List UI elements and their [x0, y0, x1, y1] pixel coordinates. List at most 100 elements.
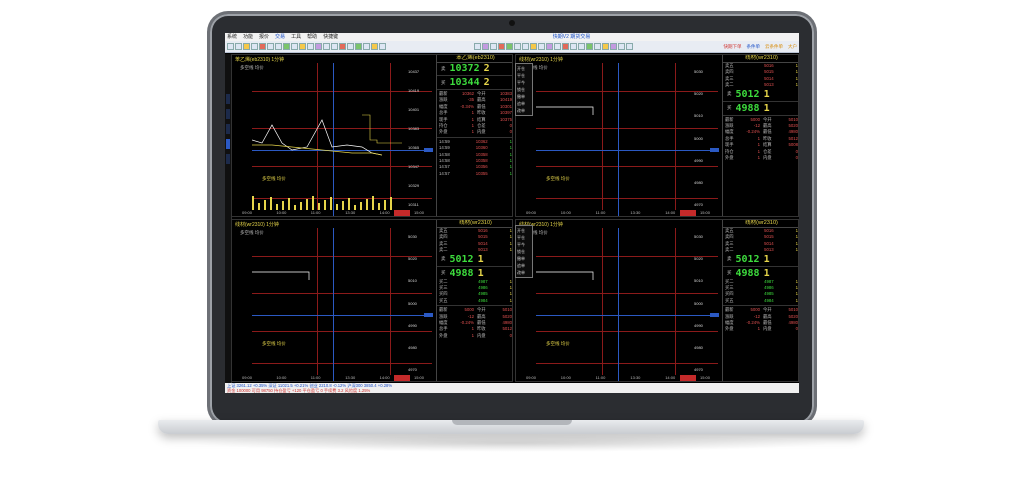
chart-panel-top-right[interactable]: 线材(wr2310) 1分钟 多空线 均价 5030 5020 5010 5000 4990… — [515, 54, 799, 217]
toolbar-text-button[interactable]: 快期下单 — [722, 44, 744, 50]
x-tick-label: 15:00 — [700, 375, 711, 380]
toolbar-button-icon[interactable] — [474, 43, 482, 50]
toolbar-button-icon[interactable] — [506, 43, 514, 50]
popup-menu-item[interactable]: 开仓 — [517, 227, 531, 234]
menu-item[interactable]: 系统 — [227, 33, 237, 41]
chart-panel-bottom-left[interactable]: 线材(wr2310) 1分钟 多空线 均价 5030 5020 5010 5000 4990… — [231, 219, 513, 382]
popup-menu-item[interactable]: 改单 — [517, 107, 531, 114]
toolbar-button-icon[interactable] — [283, 43, 290, 50]
popup-menu-item[interactable]: 开仓 — [517, 65, 531, 72]
popup-menu-item[interactable]: 撤单 — [517, 93, 531, 100]
popup-menu-item[interactable]: 锁仓 — [517, 248, 531, 255]
period-tab[interactable] — [680, 375, 696, 381]
popup-menu-item[interactable]: 平今 — [517, 241, 531, 248]
toolbar-text-button[interactable]: 云条件单 — [763, 44, 785, 50]
toolbar-text-button[interactable]: 条件单 — [745, 44, 763, 50]
toolbar-button-icon[interactable] — [626, 43, 634, 50]
sell-price-row[interactable]: 卖 5012 1 — [437, 254, 512, 265]
toolbar-button-icon[interactable] — [299, 43, 306, 50]
buy-price-row[interactable]: 买 4988 1 — [437, 268, 512, 279]
chart-panel-bottom-right[interactable]: 线材(wr2310) 1分钟 多空线 均价 5030 5020 5010 5000 4990… — [515, 219, 799, 382]
popup-menu-item[interactable]: 平今 — [517, 79, 531, 86]
toolbar-button-icon[interactable] — [363, 43, 370, 50]
toolbar-button-icon[interactable] — [235, 43, 242, 50]
toolbar-button-icon[interactable] — [227, 43, 234, 50]
toolbar-text-button[interactable]: 大户 — [786, 44, 799, 50]
sell-price-row[interactable]: 卖 5012 1 — [723, 89, 798, 100]
menu-item[interactable]: 功能 — [243, 33, 253, 41]
period-tab[interactable] — [680, 210, 696, 216]
order-popup-menu[interactable]: 开仓 平仓 平今 锁仓 撤单 追单 改单 — [515, 63, 533, 116]
toolbar-button-icon[interactable] — [315, 43, 322, 50]
popup-menu-item[interactable]: 平仓 — [517, 72, 531, 79]
toolbar-button-icon[interactable] — [594, 43, 602, 50]
popup-menu-item[interactable]: 撤单 — [517, 255, 531, 262]
toolbar-button-icon[interactable] — [371, 43, 378, 50]
popup-menu-item[interactable]: 平仓 — [517, 234, 531, 241]
toolbar-button-icon[interactable] — [554, 43, 562, 50]
toolbar-button-icon[interactable] — [602, 43, 610, 50]
toolbar-button-icon[interactable] — [578, 43, 586, 50]
period-tab[interactable] — [394, 375, 410, 381]
period-tab[interactable] — [394, 210, 410, 216]
toolbar-button-icon[interactable] — [267, 43, 274, 50]
toolbar-button-icon[interactable] — [339, 43, 346, 50]
toolbar-button-icon[interactable] — [530, 43, 538, 50]
ask-level-row[interactable]: 卖二 5013 1 — [723, 82, 798, 88]
toolbar-button-icon[interactable] — [379, 43, 386, 50]
quote-panel: 线材(wr2310) 卖五 5016 1 卖四 5015 1 卖三 5014 1 卖二 5013 1 卖 5… — [722, 220, 798, 381]
ask-level-row[interactable]: 卖二 5013 1 — [437, 247, 512, 253]
buy-price-row[interactable]: 买 4988 1 — [723, 267, 798, 279]
chart-panel-top-left[interactable]: 苯乙烯(eb2310) 1分钟 多空线 均价 10437 10419 10401 1038… — [231, 54, 513, 217]
toolbar-button-icon[interactable] — [291, 43, 298, 50]
toolbar-button-icon[interactable] — [347, 43, 354, 50]
toolbar-button-icon[interactable] — [482, 43, 490, 50]
buy-price: 4988 — [735, 267, 760, 279]
popup-menu-item[interactable]: 改单 — [517, 269, 531, 276]
volume-bar — [324, 200, 326, 210]
volume-bar — [348, 198, 350, 210]
quote-title: 线材(wr2310) — [437, 220, 512, 228]
ask-level-qty: 1 — [509, 247, 512, 253]
bid-level-row[interactable]: 买五 4984 1 — [437, 298, 512, 304]
toolbar-button-icon[interactable] — [522, 43, 530, 50]
toolbar-button-icon[interactable] — [538, 43, 546, 50]
toolbar-button-icon[interactable] — [275, 43, 282, 50]
toolbar-button-icon[interactable] — [307, 43, 314, 50]
sell-price-row[interactable]: 卖 5012 1 — [723, 254, 798, 265]
buy-price-row[interactable]: 买 10344 2 — [437, 77, 512, 88]
toolbar-button-icon[interactable] — [331, 43, 338, 50]
toolbar-button-icon[interactable] — [251, 43, 258, 50]
quote-panel: 线材(wr2310) 卖五 5016 1 卖四 5015 1 卖三 5014 1 卖二 5013 1 卖 5… — [436, 220, 512, 381]
popup-menu-item[interactable]: 锁仓 — [517, 86, 531, 93]
toolbar-button-icon[interactable] — [610, 43, 618, 50]
toolbar-button-icon[interactable] — [546, 43, 554, 50]
ask-level-row[interactable]: 卖二 5013 1 — [723, 247, 798, 253]
toolbar-button-icon[interactable] — [570, 43, 578, 50]
toolbar-button-icon[interactable] — [259, 43, 266, 50]
toolbar-button-icon[interactable] — [323, 43, 330, 50]
toolbar-button-icon[interactable] — [243, 43, 250, 50]
bid-level-row[interactable]: 买五 4984 1 — [723, 298, 798, 304]
x-tick-label: 13:30 — [345, 210, 356, 215]
menu-item[interactable]: 工具 — [291, 33, 301, 41]
order-popup-menu[interactable]: 开仓 平仓 平今 锁仓 撤单 追单 改单 — [515, 225, 533, 278]
x-tick-label: 10:00 — [560, 375, 571, 380]
menu-item[interactable]: 快捷键 — [323, 33, 338, 41]
menu-item[interactable]: 帮助 — [307, 33, 317, 41]
toolbar-button-icon[interactable] — [490, 43, 498, 50]
toolbar-button-icon[interactable] — [586, 43, 594, 50]
toolbar-button-icon[interactable] — [514, 43, 522, 50]
popup-menu-item[interactable]: 追单 — [517, 100, 531, 107]
menu-item[interactable]: 交易 — [275, 33, 285, 41]
toolbar-button-icon[interactable] — [618, 43, 626, 50]
toolbar-button-icon[interactable] — [562, 43, 570, 50]
toolbar-button-icon[interactable] — [498, 43, 506, 50]
crosshair-price-tag — [710, 313, 719, 317]
toolbar-button-icon[interactable] — [355, 43, 362, 50]
buy-price-row[interactable]: 买 4988 1 — [723, 103, 798, 114]
popup-menu-item[interactable]: 追单 — [517, 262, 531, 269]
sell-price-row[interactable]: 卖 10372 2 — [437, 63, 512, 74]
menu-item[interactable]: 报价 — [259, 33, 269, 41]
menu-bar: 系统 功能 报价 交易 工具 帮助 快捷键 快期V2 期货交易 — [225, 33, 799, 41]
